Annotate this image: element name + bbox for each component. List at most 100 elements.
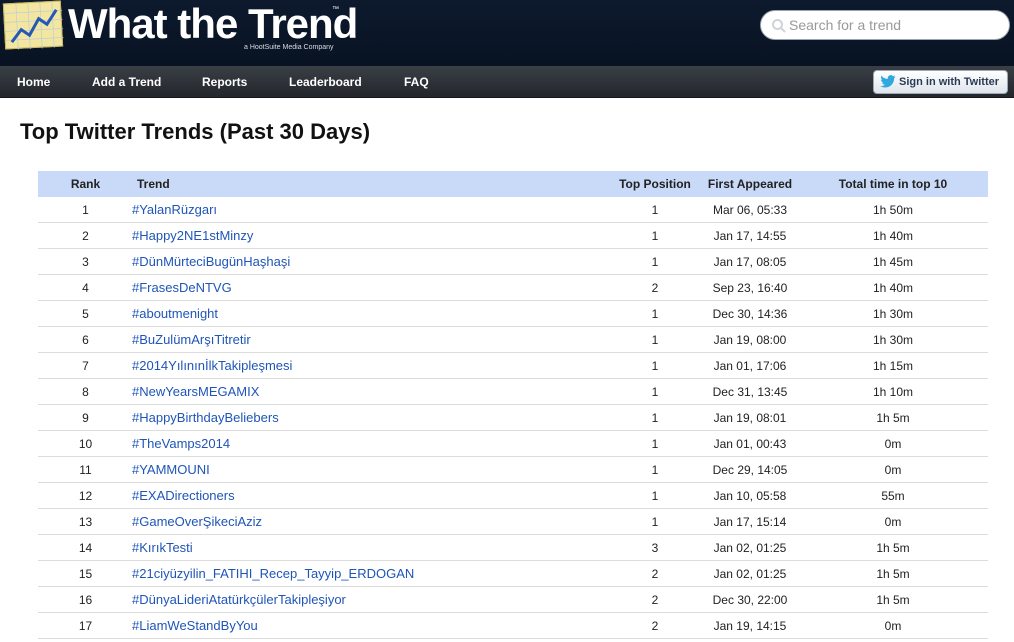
total-time-cell: 1h 30m — [872, 307, 914, 321]
trend-link[interactable]: #BuZulümArşıTitretir — [132, 332, 251, 347]
rank-cell: 5 — [82, 307, 89, 321]
total-time-cell: 0m — [884, 437, 902, 451]
trend-cell: #EXADirectioners — [132, 483, 612, 509]
top-position-cell: 1 — [651, 489, 659, 503]
page-title: Top Twitter Trends (Past 30 Days) — [20, 119, 371, 144]
top-position-cell: 1 — [651, 437, 659, 451]
trend-link[interactable]: #GameOverŞikeciAziz — [132, 514, 262, 529]
trend-link[interactable]: #NewYearsMEGAMIX — [132, 384, 259, 399]
table-row: 5 #aboutmenight 1 Dec 30, 14:36 1h 30m — [38, 301, 988, 327]
trend-link[interactable]: #Happy2NE1stMinzy — [132, 228, 253, 243]
total-time-cell: 1h 40m — [872, 281, 914, 295]
table-row: 15 #21ciyüzyilin_FATIHI_Recep_Tayyip_ERDO… — [38, 561, 988, 587]
rank-cell: 9 — [82, 411, 89, 425]
top-position-cell: 2 — [651, 281, 659, 295]
first-appeared-cell: Jan 17, 14:55 — [713, 229, 787, 243]
header-trend[interactable]: Trend — [137, 171, 617, 197]
first-appeared-cell: Jan 19, 14:15 — [713, 619, 787, 633]
trend-link[interactable]: #TheVamps2014 — [132, 436, 230, 451]
sign-in-twitter-button[interactable]: Sign in with Twitter — [873, 70, 1008, 94]
trend-cell: #LiamWeStandByYou — [132, 613, 612, 639]
table-row: 16 #DünyaLideriAtatürkçülerTakipleşiyor 2 D… — [38, 587, 988, 613]
search-box[interactable] — [760, 10, 1010, 40]
trend-cell: #GameOverŞikeciAziz — [132, 509, 612, 535]
rank-cell: 7 — [82, 359, 89, 373]
twitter-bird-icon — [880, 75, 896, 88]
trend-link[interactable]: #DünyaLideriAtatürkçülerTakipleşiyor — [132, 592, 346, 607]
total-time-cell: 1h 15m — [872, 359, 914, 373]
logo-tagline: a HootSuite Media Company — [244, 44, 334, 51]
trend-link[interactable]: #KırıkTesti — [132, 540, 193, 555]
trend-link[interactable]: #LiamWeStandByYou — [132, 618, 258, 633]
top-position-cell: 1 — [651, 255, 659, 269]
top-position-cell: 2 — [651, 619, 659, 633]
first-appeared-cell: Jan 17, 08:05 — [713, 255, 787, 269]
top-position-cell: 1 — [651, 515, 659, 529]
trend-cell: #HappyBirthdayBeliebers — [132, 405, 612, 431]
total-time-cell: 1h 5m — [876, 411, 910, 425]
nav-home[interactable]: Home — [17, 66, 50, 98]
rank-cell: 8 — [82, 385, 89, 399]
trend-link[interactable]: #YalanRüzgarı — [132, 202, 217, 217]
trend-cell: #FrasesDeNTVG — [132, 275, 612, 301]
first-appeared-cell: Dec 29, 14:05 — [712, 463, 788, 477]
table-row: 14 #KırıkTesti 3 Jan 02, 01:25 1h 5m — [38, 535, 988, 561]
total-time-cell: 1h 50m — [872, 203, 914, 217]
table-row: 2 #Happy2NE1stMinzy 1 Jan 17, 14:55 1h 40m — [38, 223, 988, 249]
trend-cell: #21ciyüzyilin_FATIHI_Recep_Tayyip_ERDOGA… — [132, 561, 612, 587]
first-appeared-cell: Jan 19, 08:01 — [713, 411, 787, 425]
first-appeared-cell: Dec 30, 22:00 — [712, 593, 788, 607]
first-appeared-cell: Jan 02, 01:25 — [713, 541, 787, 555]
top-position-cell: 1 — [651, 359, 659, 373]
trend-cell: #Happy2NE1stMinzy — [132, 223, 612, 249]
trend-link[interactable]: #DünMürteciBugünHaşhaşi — [132, 254, 290, 269]
rank-cell: 2 — [82, 229, 89, 243]
rank-cell: 13 — [78, 515, 93, 529]
first-appeared-cell: Jan 02, 01:25 — [713, 567, 787, 581]
trend-link[interactable]: #21ciyüzyilin_FATIHI_Recep_Tayyip_ERDOGA… — [132, 566, 414, 581]
header-total-time[interactable]: Total time in top 10 — [802, 171, 984, 197]
trend-link[interactable]: #FrasesDeNTVG — [132, 280, 232, 295]
rank-cell: 6 — [82, 333, 89, 347]
site-logo-text[interactable]: What the Trend — [68, 0, 358, 48]
nav-faq[interactable]: FAQ — [404, 66, 429, 98]
rank-cell: 17 — [78, 619, 93, 633]
top-position-cell: 3 — [651, 541, 659, 555]
trend-link[interactable]: #2014YılınınİlkTakipleşmesi — [132, 358, 292, 373]
nav-add-a-trend[interactable]: Add a Trend — [92, 66, 161, 98]
site-header: What the Trend ™ a HootSuite Media Compa… — [0, 0, 1014, 66]
rank-cell: 16 — [78, 593, 93, 607]
table-row: 11 #YAMMOUNI 1 Dec 29, 14:05 0m — [38, 457, 988, 483]
total-time-cell: 0m — [884, 515, 902, 529]
header-top-position[interactable]: Top Position — [612, 171, 698, 197]
trend-link[interactable]: #HappyBirthdayBeliebers — [132, 410, 279, 425]
table-row: 13 #GameOverŞikeciAziz 1 Jan 17, 15:14 0m — [38, 509, 988, 535]
total-time-cell: 55m — [881, 489, 905, 503]
trend-cell: #TheVamps2014 — [132, 431, 612, 457]
top-position-cell: 1 — [651, 385, 659, 399]
table-row: 17 #LiamWeStandByYou 2 Jan 19, 14:15 0m — [38, 613, 988, 639]
nav-reports[interactable]: Reports — [202, 66, 247, 98]
first-appeared-cell: Dec 30, 14:36 — [712, 307, 788, 321]
twitter-button-label: Sign in with Twitter — [899, 76, 1000, 88]
trend-chart-icon[interactable] — [2, 0, 64, 50]
nav-leaderboard[interactable]: Leaderboard — [289, 66, 362, 98]
top-position-cell: 1 — [651, 307, 659, 321]
trend-cell: #YalanRüzgarı — [132, 197, 612, 223]
total-time-cell: 1h 5m — [876, 541, 910, 555]
total-time-cell: 0m — [884, 463, 902, 477]
rank-cell: 12 — [78, 489, 93, 503]
search-input[interactable] — [789, 15, 999, 35]
table-row: 3 #DünMürteciBugünHaşhaşi 1 Jan 17, 08:05 1h… — [38, 249, 988, 275]
table-body: 1 #YalanRüzgarı 1 Mar 06, 05:33 1h 50m 2 #Happ… — [38, 197, 988, 639]
header-first-appeared[interactable]: First Appeared — [698, 171, 802, 197]
header-rank[interactable]: Rank — [38, 171, 133, 197]
first-appeared-cell: Jan 01, 00:43 — [713, 437, 787, 451]
rank-cell: 4 — [82, 281, 89, 295]
main-nav: Home Add a Trend Reports Leaderboard FAQ — [0, 66, 1014, 98]
trend-link[interactable]: #EXADirectioners — [132, 488, 235, 503]
trend-cell: #NewYearsMEGAMIX — [132, 379, 612, 405]
trend-link[interactable]: #YAMMOUNI — [132, 462, 210, 477]
trend-link[interactable]: #aboutmenight — [132, 306, 218, 321]
top-position-cell: 1 — [651, 203, 659, 217]
